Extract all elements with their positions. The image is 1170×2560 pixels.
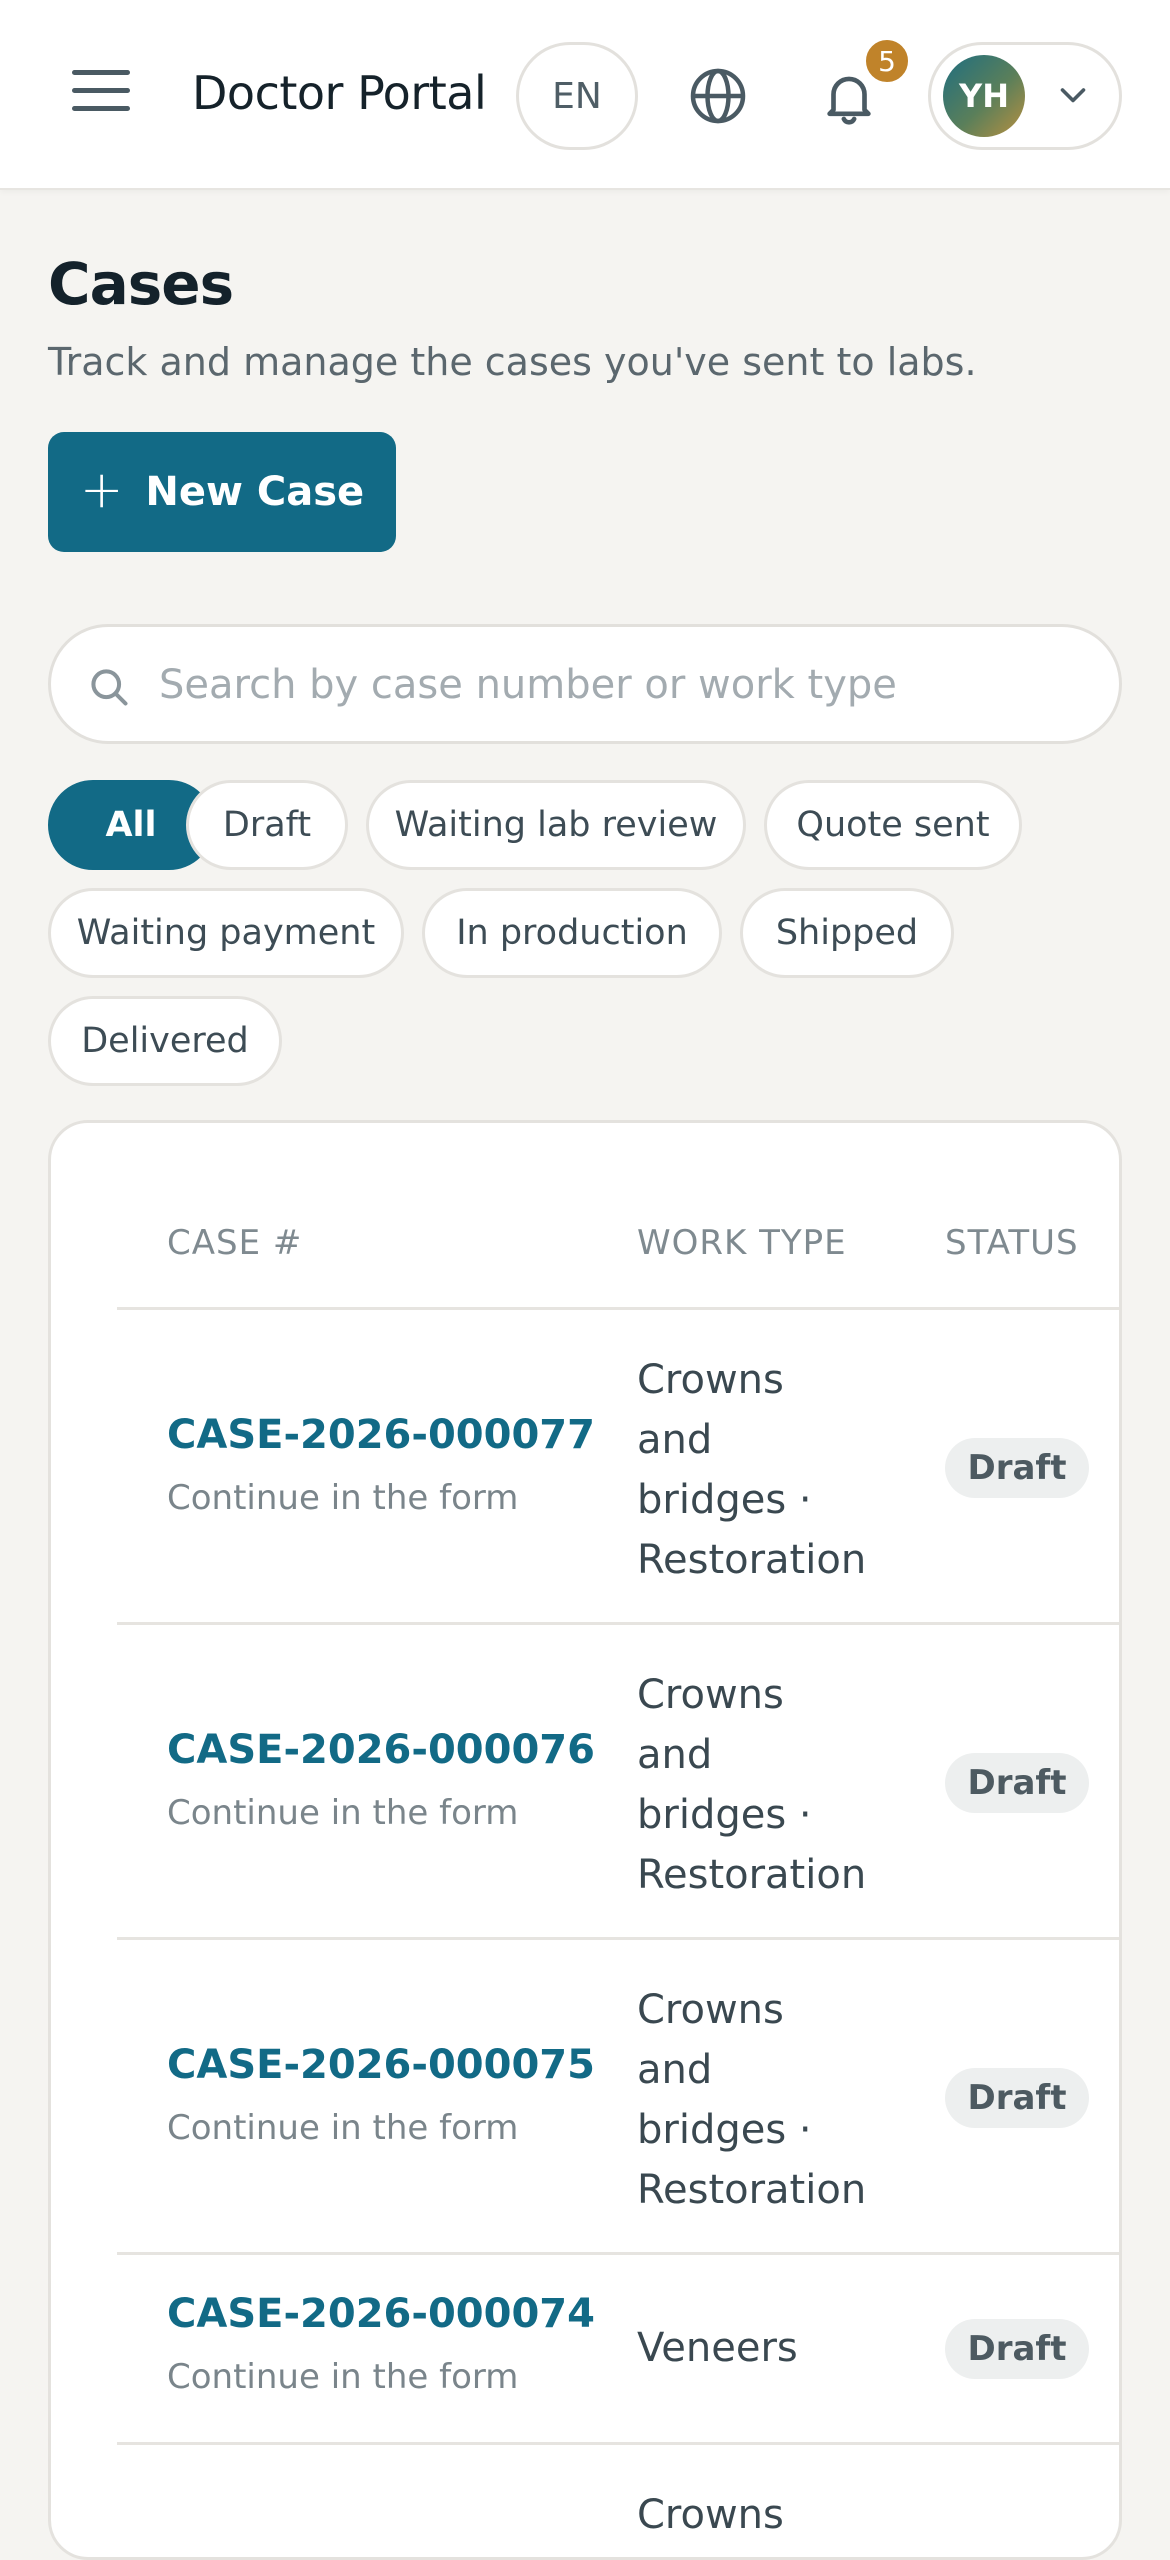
work-type: Crowns (637, 2492, 784, 2538)
search-input[interactable] (159, 645, 1089, 725)
new-case-label: New Case (145, 469, 365, 515)
work-type: Veneers (637, 2325, 798, 2371)
filter-chip-quote-sent[interactable]: Quote sent (764, 780, 1022, 870)
page-title: Cases (48, 250, 234, 318)
case-number-link[interactable]: CASE-2026-000075 (167, 2042, 595, 2088)
status-badge: Draft (945, 1438, 1089, 1498)
status-badge: Draft (945, 2319, 1089, 2379)
case-number-link[interactable]: CASE-2026-000074 (167, 2291, 595, 2337)
new-case-button[interactable]: + New Case (48, 432, 396, 552)
column-header-work-type: WORK TYPE (637, 1223, 847, 1263)
filter-chip-waiting-payment[interactable]: Waiting payment (48, 888, 404, 978)
search-icon (91, 669, 128, 706)
hamburger-menu-icon[interactable] (72, 70, 130, 124)
top-app-bar: Doctor Portal EN 5 YH (0, 0, 1170, 190)
work-type: Crowns and bridges · Restoration (637, 1357, 867, 1583)
status-badge: Draft (945, 2068, 1089, 2128)
table-row[interactable]: CASE-2026-000074 Continue in the form Ve… (117, 2255, 1119, 2445)
plus-icon: + (79, 460, 124, 520)
work-type: Crowns and bridges · Restoration (637, 1672, 867, 1898)
table-row[interactable]: CASE-2026-000077 Continue in the form Cr… (117, 1310, 1119, 1625)
work-type: Crowns and bridges · Restoration (637, 1987, 867, 2213)
globe-icon[interactable] (688, 66, 748, 126)
column-header-status: STATUS (945, 1223, 1079, 1263)
notification-count-badge: 5 (862, 36, 912, 86)
continue-form-link[interactable]: Continue in the form (167, 1793, 518, 1833)
filter-chip-waiting-lab-review[interactable]: Waiting lab review (366, 780, 746, 870)
continue-form-link[interactable]: Continue in the form (167, 2357, 518, 2397)
page-subtitle: Track and manage the cases you've sent t… (48, 340, 977, 384)
column-header-case: CASE # (167, 1223, 303, 1263)
case-number-link[interactable]: CASE-2026-000076 (167, 1727, 595, 1773)
case-number-link[interactable]: CASE-2026-000077 (167, 1412, 595, 1458)
continue-form-link[interactable]: Continue in the form (167, 1478, 518, 1518)
search-box (48, 624, 1122, 744)
filter-chip-delivered[interactable]: Delivered (48, 996, 282, 1086)
chevron-down-icon (1060, 88, 1086, 103)
table-row[interactable]: CASE-2026-000076 Continue in the form Cr… (117, 1625, 1119, 1940)
continue-form-link[interactable]: Continue in the form (167, 2108, 518, 2148)
cases-table-card: CASE # WORK TYPE STATUS CASE-2026-000077… (48, 1120, 1122, 2560)
user-menu-button[interactable]: YH (928, 42, 1122, 150)
filter-chip-in-production[interactable]: In production (422, 888, 722, 978)
language-button[interactable]: EN (516, 42, 638, 150)
table-row[interactable]: CASE-2026-000075 Continue in the form Cr… (117, 1940, 1119, 2255)
status-badge: Draft (945, 1753, 1089, 1813)
filter-chip-draft[interactable]: Draft (186, 780, 348, 870)
app-title: Doctor Portal (192, 66, 487, 120)
avatar: YH (943, 55, 1025, 137)
table-row[interactable]: Crowns (117, 2445, 1119, 2557)
filter-chip-shipped[interactable]: Shipped (740, 888, 954, 978)
